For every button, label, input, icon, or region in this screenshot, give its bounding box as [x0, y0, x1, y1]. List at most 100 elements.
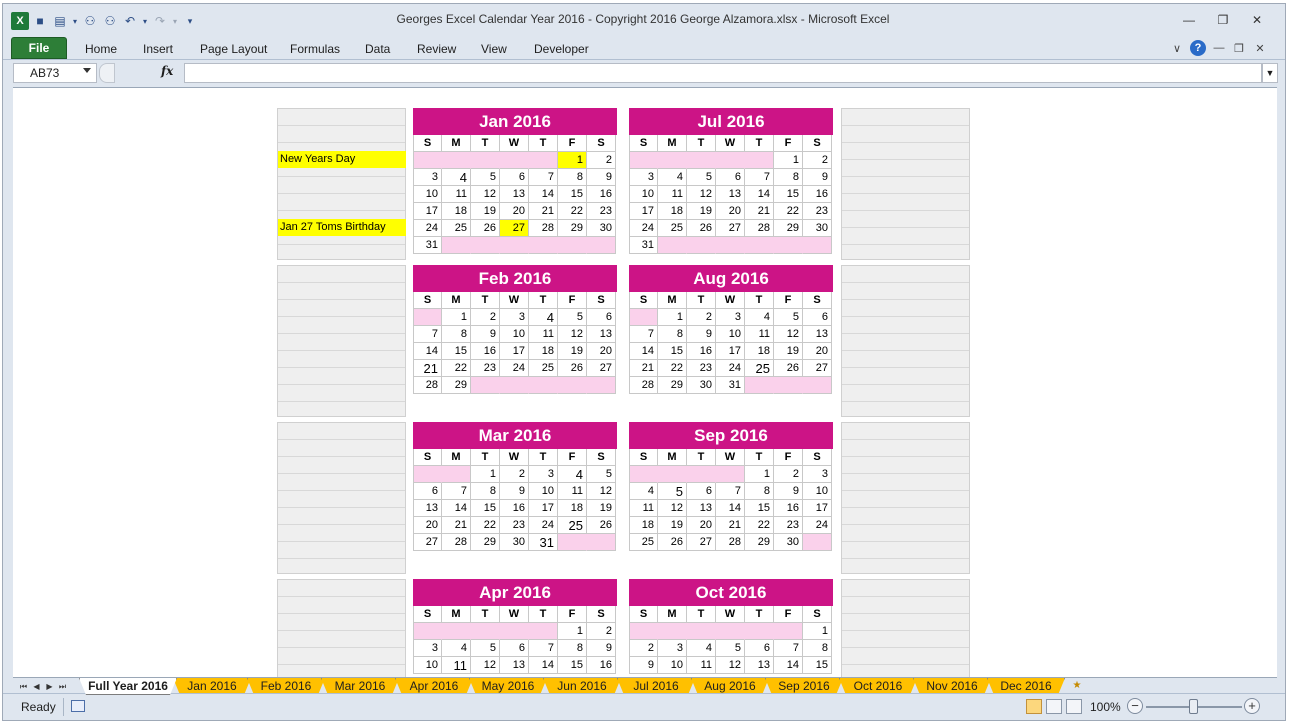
day-cell[interactable]: 15 [558, 186, 587, 203]
day-cell[interactable]: 31 [529, 534, 558, 551]
day-cell[interactable]: 28 [745, 220, 774, 237]
empty-day-cell[interactable] [716, 152, 745, 169]
empty-day-cell[interactable] [442, 466, 471, 483]
day-cell[interactable]: 12 [687, 186, 716, 203]
empty-day-cell[interactable] [658, 237, 687, 254]
weekday-header[interactable]: M [442, 449, 471, 466]
tab-view[interactable]: View [481, 39, 507, 59]
empty-day-cell[interactable] [500, 237, 529, 254]
day-cell[interactable]: 22 [774, 203, 803, 220]
macro-record-icon[interactable] [71, 700, 85, 712]
day-cell[interactable]: 3 [413, 169, 442, 186]
day-cell[interactable]: 20 [587, 343, 616, 360]
day-cell[interactable]: 13 [413, 500, 442, 517]
day-cell[interactable]: 4 [442, 640, 471, 657]
weekday-header[interactable]: W [500, 449, 529, 466]
weekday-header[interactable]: F [558, 292, 587, 309]
day-cell[interactable]: 13 [500, 657, 529, 674]
weekday-header[interactable]: M [442, 135, 471, 152]
day-cell[interactable]: 4 [442, 169, 471, 186]
day-cell[interactable]: 28 [413, 377, 442, 394]
day-cell[interactable]: 4 [629, 483, 658, 500]
empty-day-cell[interactable] [413, 152, 442, 169]
day-cell[interactable]: 19 [687, 203, 716, 220]
empty-day-cell[interactable] [687, 466, 716, 483]
month-title[interactable]: Jul 2016 [629, 108, 833, 135]
empty-day-cell[interactable] [687, 152, 716, 169]
day-cell[interactable]: 14 [716, 500, 745, 517]
day-cell[interactable]: 28 [629, 377, 658, 394]
tab-data[interactable]: Data [365, 39, 390, 59]
weekday-header[interactable]: T [745, 292, 774, 309]
side-notes-right-0[interactable] [841, 108, 970, 260]
day-cell[interactable]: 15 [774, 186, 803, 203]
weekday-header[interactable]: F [774, 449, 803, 466]
page-break-preview-button[interactable] [1066, 699, 1082, 714]
empty-day-cell[interactable] [413, 623, 442, 640]
day-cell[interactable]: 10 [716, 326, 745, 343]
expand-formula-bar-icon[interactable]: ▼ [1262, 63, 1278, 83]
weekday-header[interactable]: W [500, 135, 529, 152]
day-cell[interactable]: 29 [558, 220, 587, 237]
day-cell[interactable]: 23 [774, 517, 803, 534]
day-cell[interactable]: 14 [745, 186, 774, 203]
day-cell[interactable]: 27 [716, 220, 745, 237]
empty-day-cell[interactable] [500, 623, 529, 640]
empty-day-cell[interactable] [529, 623, 558, 640]
empty-day-cell[interactable] [716, 466, 745, 483]
tab-file[interactable]: File [11, 37, 67, 59]
tab-developer[interactable]: Developer [534, 39, 589, 59]
day-cell[interactable]: 21 [745, 203, 774, 220]
day-cell[interactable]: 13 [745, 657, 774, 674]
day-cell[interactable]: 8 [558, 640, 587, 657]
day-cell[interactable]: 7 [716, 483, 745, 500]
weekday-header[interactable]: M [658, 135, 687, 152]
weekday-header[interactable]: S [413, 135, 442, 152]
day-cell[interactable]: 16 [587, 657, 616, 674]
day-cell[interactable]: 20 [803, 343, 832, 360]
weekday-header[interactable]: T [471, 292, 500, 309]
side-notes-left-1[interactable] [277, 265, 406, 417]
day-cell[interactable]: 11 [442, 186, 471, 203]
day-cell[interactable]: 12 [658, 500, 687, 517]
day-cell[interactable]: 25 [442, 220, 471, 237]
day-cell[interactable]: 5 [558, 309, 587, 326]
side-notes-left-2[interactable] [277, 422, 406, 574]
day-cell[interactable]: 18 [629, 517, 658, 534]
day-cell[interactable]: 30 [500, 534, 529, 551]
day-cell[interactable]: 25 [629, 534, 658, 551]
day-cell[interactable]: 16 [471, 343, 500, 360]
empty-day-cell[interactable] [442, 237, 471, 254]
month-title[interactable]: Oct 2016 [629, 579, 833, 606]
day-cell[interactable]: 3 [529, 466, 558, 483]
weekday-header[interactable]: S [629, 449, 658, 466]
day-cell[interactable]: 22 [658, 360, 687, 377]
day-cell[interactable]: 8 [803, 640, 832, 657]
day-cell[interactable]: 21 [413, 360, 442, 377]
weekday-header[interactable]: T [745, 606, 774, 623]
weekday-header[interactable]: S [803, 135, 832, 152]
day-cell[interactable]: 23 [500, 517, 529, 534]
day-cell[interactable]: 5 [587, 466, 616, 483]
empty-day-cell[interactable] [687, 623, 716, 640]
day-cell[interactable]: 6 [745, 640, 774, 657]
day-cell[interactable]: 25 [558, 517, 587, 534]
day-cell[interactable]: 23 [803, 203, 832, 220]
day-cell[interactable]: 12 [471, 186, 500, 203]
empty-day-cell[interactable] [745, 237, 774, 254]
day-cell[interactable]: 10 [803, 483, 832, 500]
weekday-header[interactable]: S [587, 449, 616, 466]
day-cell[interactable]: 6 [687, 483, 716, 500]
weekday-header[interactable]: S [413, 449, 442, 466]
day-cell[interactable]: 26 [774, 360, 803, 377]
excel-logo-icon[interactable]: X [11, 12, 29, 30]
weekday-header[interactable]: W [500, 292, 529, 309]
close-button[interactable]: ✕ [1243, 10, 1271, 30]
day-cell[interactable]: 1 [442, 309, 471, 326]
side-notes-left-0[interactable]: New Years Day Jan 27 Toms Birthday [277, 108, 406, 260]
empty-day-cell[interactable] [803, 377, 832, 394]
day-cell[interactable]: 11 [529, 326, 558, 343]
tab-formulas[interactable]: Formulas [290, 39, 340, 59]
side-notes-right-1[interactable] [841, 265, 970, 417]
empty-day-cell[interactable] [774, 623, 803, 640]
